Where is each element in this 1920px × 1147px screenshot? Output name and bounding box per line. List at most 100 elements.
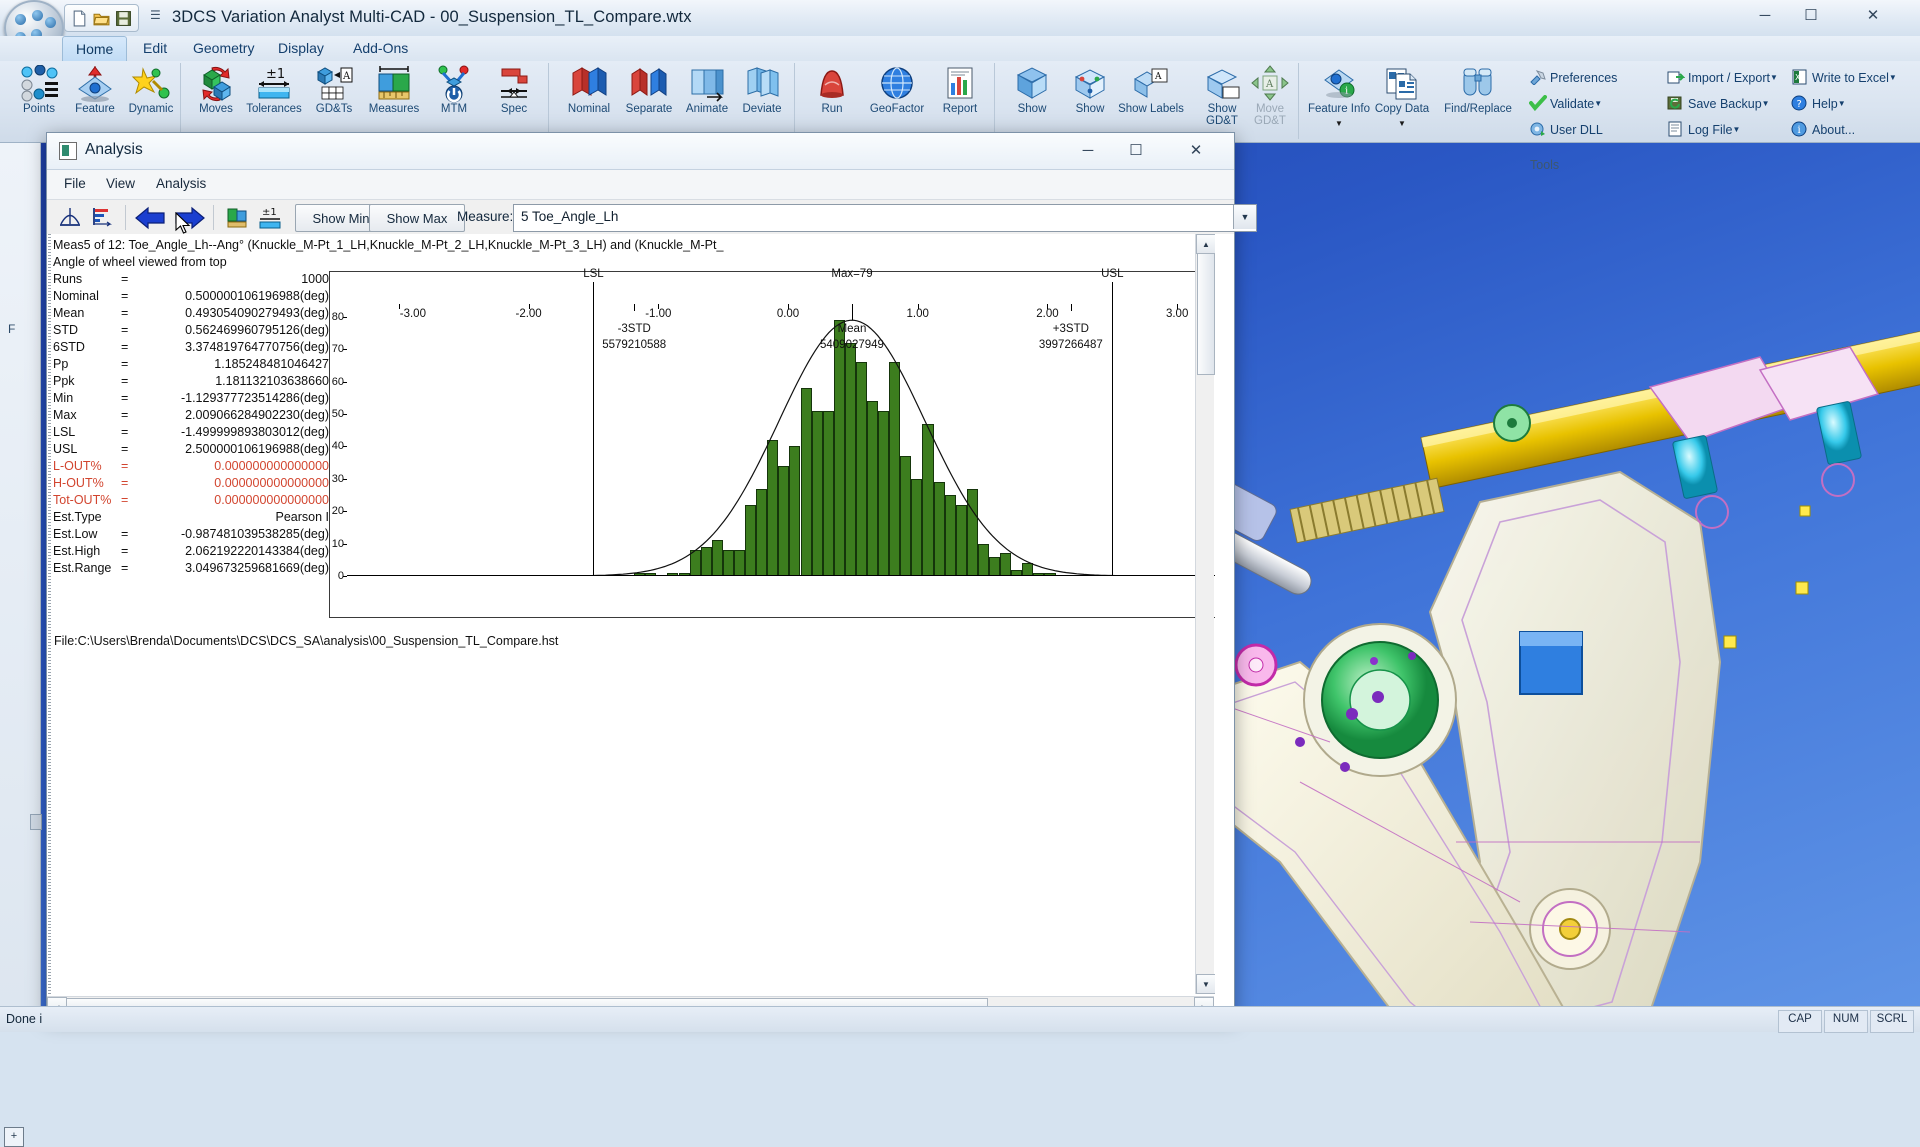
ribbon-button-show-cube[interactable]: Show	[1001, 65, 1063, 116]
tolerance-icon: ±1	[257, 205, 283, 231]
show-cube-icon	[1011, 65, 1053, 103]
ribbon-button-run[interactable]: Run	[801, 65, 863, 116]
left-dock-panel[interactable]: F +	[0, 142, 41, 1007]
status-bar: Done i CAP NUM SCRL	[0, 1006, 1920, 1032]
stat-row: STD=0.562469960795126(deg)	[53, 323, 333, 340]
window-close-button[interactable]: ✕	[1850, 0, 1896, 30]
menu-analysis[interactable]: Analysis	[149, 175, 213, 192]
svg-text:A: A	[342, 71, 351, 82]
ribbon-button-show-labels[interactable]: A Show Labels	[1113, 65, 1189, 116]
pareto-tool-button[interactable]	[87, 203, 117, 232]
ribbon-command-user-dll[interactable]: User DLL	[1529, 121, 1603, 137]
ribbon-button-report[interactable]: Report	[929, 65, 991, 116]
stat-equals: =	[121, 425, 128, 439]
analysis-maximize-button[interactable]: ☐	[1112, 133, 1160, 167]
ribbon-button-mtm[interactable]: MTM	[423, 65, 485, 116]
ribbon-command-about[interactable]: i About...	[1791, 121, 1855, 137]
menu-view[interactable]: View	[99, 175, 142, 192]
window-minimize-button[interactable]: ─	[1742, 0, 1788, 30]
dock-collapse-handle[interactable]	[30, 814, 42, 830]
ribbon-button-feature[interactable]: Feature	[64, 65, 126, 116]
ribbon-button-move-gdt[interactable]: A Move GD&T	[1239, 65, 1301, 127]
annotation-label: USL	[1101, 268, 1123, 280]
status-scrl-indicator: SCRL	[1870, 1010, 1914, 1033]
ribbon-command-help[interactable]: ? Help▼	[1791, 95, 1846, 111]
ribbon-label: Points	[8, 104, 70, 116]
move-gdt-icon: A	[1249, 65, 1291, 103]
menu-file[interactable]: File	[57, 175, 93, 192]
quick-access-overflow-icon[interactable]: ☰	[150, 8, 161, 22]
chevron-down-icon[interactable]: ▼	[1732, 125, 1740, 134]
spec-limit-line	[1112, 282, 1113, 576]
show-max-button[interactable]: Show Max	[369, 204, 465, 232]
chevron-down-icon[interactable]: ▼	[1594, 99, 1602, 108]
ribbon-command-log-file[interactable]: Log File▼	[1667, 121, 1740, 137]
window-maximize-button[interactable]: ☐	[1788, 0, 1834, 30]
stat-key: Est.Low	[53, 527, 97, 541]
ribbon-button-gdt[interactable]: A GD&Ts	[303, 65, 365, 116]
std-value: 3997266487	[1039, 339, 1103, 351]
left-dock-label: F	[8, 322, 15, 336]
stat-value: 3.374819764770756(deg)	[137, 340, 329, 354]
ribbon-button-show-points[interactable]: Show	[1059, 65, 1121, 116]
ribbon-command-preferences[interactable]: Preferences	[1529, 69, 1617, 85]
svg-text:?: ?	[1797, 99, 1802, 110]
chevron-down-icon[interactable]: ▼	[1762, 99, 1770, 108]
ribbon-button-measures[interactable]: Measures	[363, 65, 425, 116]
y-tick-mark	[343, 479, 347, 480]
analysis-close-button[interactable]: ✕	[1172, 133, 1220, 167]
new-icon[interactable]	[71, 10, 88, 27]
mtm-icon	[433, 65, 475, 103]
analysis-window[interactable]: Analysis ─ ☐ ✕ File View Analysis	[46, 132, 1235, 1018]
ribbon-button-spec[interactable]: Spec	[483, 65, 545, 116]
quick-access-toolbar	[64, 4, 139, 32]
ribbon-button-deviate[interactable]: Deviate	[731, 65, 793, 116]
stat-equals: =	[121, 476, 128, 490]
analysis-minimize-button[interactable]: ─	[1064, 133, 1112, 167]
ribbon-button-moves[interactable]: Moves	[185, 65, 247, 116]
vertical-scroll-thumb[interactable]	[1197, 253, 1215, 375]
tolerance-button[interactable]: ±1	[255, 203, 285, 232]
chevron-down-icon[interactable]: ▼	[1398, 119, 1406, 128]
stat-value: 1.185248481046427	[137, 357, 329, 371]
canvas-vertical-scrollbar[interactable]: ▲ ▼	[1195, 234, 1214, 994]
ribbon-command-validate[interactable]: Validate▼	[1529, 95, 1602, 111]
analysis-canvas[interactable]: Meas5 of 12: Toe_Angle_Lh--Ang° (Knuckle…	[48, 234, 1215, 994]
chevron-down-icon[interactable]: ▼	[1838, 99, 1846, 108]
histogram-tool-button[interactable]	[55, 203, 85, 232]
measure-select[interactable]: 5 Toe_Angle_Lh ▼	[513, 204, 1257, 232]
open-icon[interactable]	[93, 10, 110, 27]
ribbon-command-save-backup[interactable]: Save Backup▼	[1667, 95, 1770, 111]
stat-row: Max=2.009066284902230(deg)	[53, 408, 333, 425]
ribbon-button-tolerances[interactable]: ±1 Tolerances	[243, 65, 305, 116]
ribbon-button-dynamic[interactable]: Dynamic	[120, 65, 182, 116]
chevron-down-icon[interactable]: ▼	[1233, 205, 1256, 229]
ribbon-command-write-excel[interactable]: X Write to Excel▼	[1791, 69, 1897, 85]
stat-value: 0.562469960795126(deg)	[137, 323, 329, 337]
ribbon-button-copy-data[interactable]: Copy Data ▼	[1373, 65, 1431, 131]
ribbon-button-find-replace[interactable]: Find/Replace	[1431, 65, 1525, 116]
dock-expand-icon[interactable]: +	[4, 1127, 24, 1147]
ribbon-command-import-export[interactable]: Import / Export▼	[1667, 69, 1778, 85]
ribbon-label: Dynamic	[120, 104, 182, 116]
ribbon-button-geofactor[interactable]: GeoFactor	[861, 65, 933, 116]
ribbon-button-feature-info[interactable]: i Feature Info ▼	[1305, 65, 1373, 131]
svg-text:X: X	[1795, 73, 1801, 82]
x-tick-label: 0.00	[777, 308, 799, 320]
chevron-down-icon[interactable]: ▼	[1335, 119, 1343, 128]
ribbon-label: Show Labels	[1113, 104, 1189, 116]
scroll-up-button[interactable]: ▲	[1196, 234, 1215, 254]
std-label: -3STD	[618, 323, 651, 335]
histogram-chart[interactable]: 01020304050607080 LSLUSLMax=79 -3.00-2.0…	[329, 271, 1215, 618]
measure-range-button[interactable]	[223, 203, 253, 232]
analysis-title-bar[interactable]: Analysis ─ ☐ ✕	[47, 133, 1234, 170]
svg-text:±1: ±1	[262, 207, 277, 218]
chevron-down-icon[interactable]: ▼	[1770, 73, 1778, 82]
spec-limit-line	[593, 282, 594, 576]
stat-value: -0.987481039538285(deg)	[137, 527, 329, 541]
scroll-down-button[interactable]: ▼	[1196, 974, 1215, 994]
prev-measure-button[interactable]	[133, 203, 169, 232]
save-icon[interactable]	[115, 10, 132, 27]
chevron-down-icon[interactable]: ▼	[1889, 73, 1897, 82]
ribbon-button-points[interactable]: Points	[8, 65, 70, 116]
